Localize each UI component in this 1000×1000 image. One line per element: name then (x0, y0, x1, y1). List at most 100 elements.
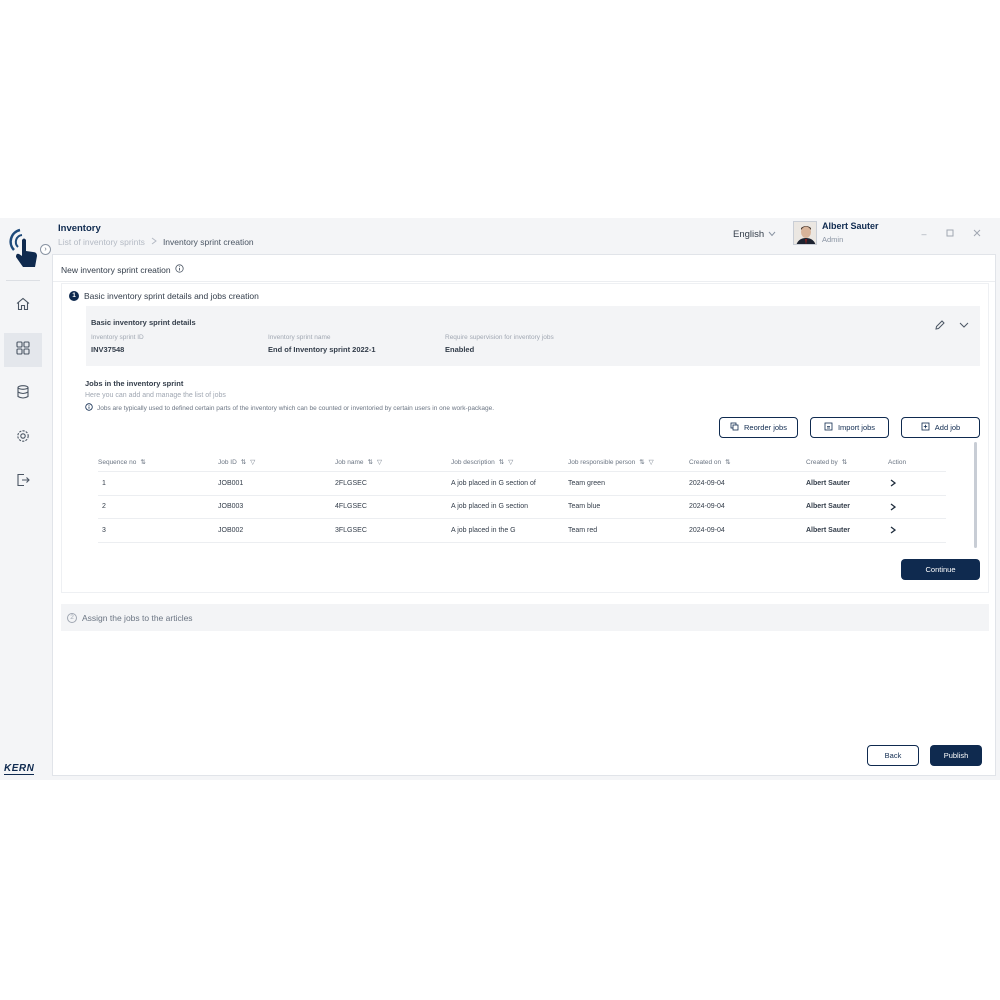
sort-icon[interactable]: ⇅ (241, 458, 246, 466)
cell-created-on: 2024-09-04 (689, 503, 725, 511)
jobs-subtitle: Here you can add and manage the list of … (85, 392, 226, 399)
maximize-icon[interactable] (944, 229, 956, 239)
sort-icon[interactable]: ⇅ (499, 458, 504, 466)
cell-responsible: Team red (568, 526, 598, 534)
row-action-chevron-icon[interactable] (890, 519, 896, 542)
table-row[interactable]: 1 JOB001 2FLGSEC A job placed in G secti… (98, 472, 946, 496)
breadcrumb-link-sprints[interactable]: List of inventory sprints (58, 237, 145, 247)
back-button[interactable]: Back (867, 745, 919, 766)
field-label: Inventory sprint name (268, 334, 331, 341)
field-require-supervision: Require supervision for inventory jobs E… (445, 334, 554, 354)
cell-responsible: Team green (568, 479, 605, 487)
dashboard-icon (15, 340, 31, 361)
sprint-details-card: Basic inventory sprint details Inventory… (86, 306, 980, 366)
cell-sequence: 1 (102, 479, 106, 487)
avatar[interactable] (793, 221, 817, 245)
jobs-table: Sequence no ⇅ Job ID ⇅ ▽ Job name ⇅ ▽ Job des… (98, 453, 946, 543)
field-value: INV37548 (91, 345, 125, 354)
settings-icon (15, 428, 31, 449)
sort-icon[interactable]: ⇅ (842, 458, 847, 466)
nav-dashboard[interactable] (4, 333, 42, 367)
home-icon (15, 296, 31, 317)
nav-database[interactable] (4, 377, 42, 411)
add-job-button[interactable]: Add job (901, 417, 980, 438)
row-action-chevron-icon[interactable] (890, 496, 896, 519)
breadcrumb-current: Inventory sprint creation (162, 237, 254, 247)
database-icon (15, 384, 31, 405)
step-1-header[interactable]: 1 Basic inventory sprint details and job… (69, 291, 259, 301)
sort-icon[interactable]: ⇅ (639, 458, 644, 466)
field-value: Enabled (445, 345, 475, 354)
cell-job-id: JOB002 (218, 526, 244, 534)
cell-job-description: A job placed in G section of (451, 479, 536, 487)
column-header-responsible[interactable]: Job responsible person ⇅ ▽ (568, 453, 654, 471)
minimize-icon[interactable]: – (918, 229, 930, 239)
cell-created-by: Albert Sauter (806, 526, 850, 534)
edit-icon[interactable] (934, 318, 946, 330)
publish-button[interactable]: Publish (930, 745, 982, 766)
import-jobs-button[interactable]: Import jobs (810, 417, 889, 438)
field-label: Inventory sprint ID (91, 334, 144, 341)
cell-job-description: A job placed in the G (451, 526, 516, 534)
column-header-created-by[interactable]: Created by ⇅ (806, 453, 847, 471)
column-header-job-id[interactable]: Job ID ⇅ ▽ (218, 453, 255, 471)
filter-icon[interactable]: ▽ (377, 458, 382, 466)
step-1-title: Basic inventory sprint details and jobs … (84, 291, 259, 301)
column-header-created-on[interactable]: Created on ⇅ (689, 453, 731, 471)
chevron-down-icon[interactable] (958, 318, 970, 330)
step-number-badge: 1 (69, 291, 79, 301)
reorder-jobs-label: Reorder jobs (744, 423, 787, 432)
sort-icon[interactable]: ⇅ (725, 458, 730, 466)
page-title-text: New inventory sprint creation (61, 264, 171, 275)
cell-created-on: 2024-09-04 (689, 526, 725, 534)
info-icon[interactable] (175, 264, 184, 275)
filter-icon[interactable]: ▽ (250, 458, 255, 466)
brand-logo: KERN (4, 763, 35, 775)
column-header-job-name[interactable]: Job name ⇅ ▽ (335, 453, 382, 471)
filter-icon[interactable]: ▽ (508, 458, 513, 466)
cell-job-id: JOB003 (218, 503, 244, 511)
continue-button[interactable]: Continue (901, 559, 980, 580)
nav-settings[interactable] (4, 421, 42, 455)
field-sprint-id: Inventory sprint ID INV37548 (91, 334, 144, 354)
step-number-badge: 2 (67, 612, 77, 623)
close-icon[interactable] (971, 229, 983, 239)
logout-icon (15, 472, 31, 493)
language-select[interactable]: English (733, 229, 776, 240)
column-header-job-description[interactable]: Job description ⇅ ▽ (451, 453, 513, 471)
column-label: Created by (806, 458, 838, 466)
table-scrollbar[interactable] (974, 442, 977, 548)
row-action-chevron-icon[interactable] (890, 472, 896, 495)
nav-home[interactable] (4, 289, 42, 323)
cell-created-on: 2024-09-04 (689, 479, 725, 487)
column-label: Job description (451, 458, 495, 466)
sidebar: › KERN (0, 218, 51, 780)
sort-icon[interactable]: ⇅ (368, 458, 373, 466)
cell-job-description: A job placed in G section (451, 503, 529, 511)
cell-job-name: 3FLGSEC (335, 526, 367, 534)
step-assign-jobs[interactable]: 2 Assign the jobs to the articles (61, 604, 989, 631)
details-title: Basic inventory sprint details (91, 318, 196, 327)
field-label: Require supervision for inventory jobs (445, 334, 554, 341)
reorder-jobs-button[interactable]: Reorder jobs (719, 417, 798, 438)
column-label: Action (888, 458, 907, 466)
column-label: Job responsible person (568, 458, 636, 466)
import-jobs-label: Import jobs (837, 423, 876, 432)
filter-icon[interactable]: ▽ (649, 458, 654, 466)
jobs-info-text: Jobs are typically used to defined certa… (97, 404, 495, 412)
step-2-title: Assign the jobs to the articles (82, 612, 193, 623)
column-label: Job name (335, 458, 364, 466)
user-role: Admin (822, 235, 844, 244)
sidebar-divider (6, 280, 40, 281)
column-header-sequence[interactable]: Sequence no ⇅ (98, 453, 146, 471)
title-divider (53, 281, 995, 282)
jobs-title: Jobs in the inventory sprint (85, 379, 184, 388)
table-row[interactable]: 2 JOB003 4FLGSEC A job placed in G secti… (98, 496, 946, 519)
table-row[interactable]: 3 JOB002 3FLGSEC A job placed in the G T… (98, 519, 946, 543)
nav-logout[interactable] (4, 465, 42, 499)
field-sprint-name: Inventory sprint name End of Inventory s… (268, 334, 376, 354)
column-header-action: Action (888, 453, 906, 471)
sort-icon[interactable]: ⇅ (140, 458, 145, 466)
cell-job-name: 4FLGSEC (335, 503, 367, 511)
cell-job-id: JOB001 (218, 479, 244, 487)
